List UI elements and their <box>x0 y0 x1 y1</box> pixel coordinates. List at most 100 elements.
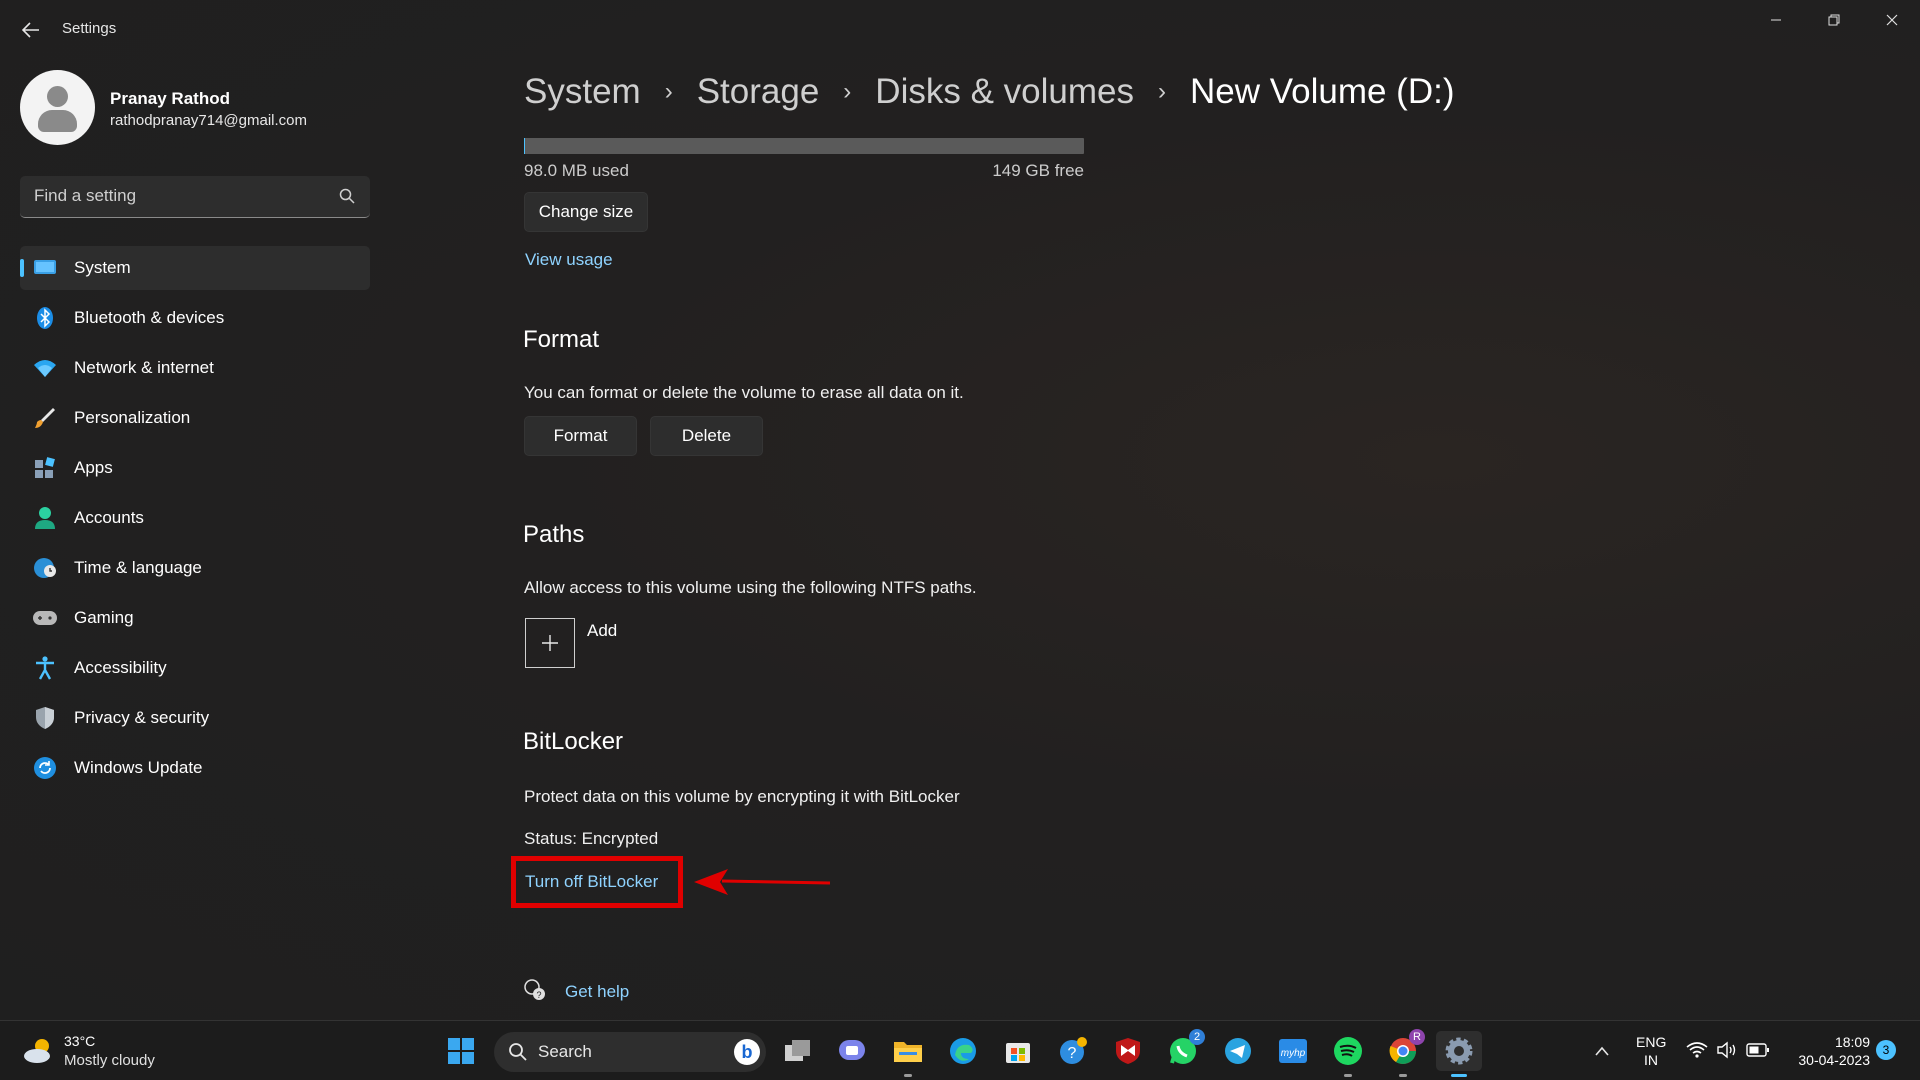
sidebar-item-apps[interactable]: Apps <box>20 446 370 490</box>
breadcrumb-system[interactable]: System <box>524 72 641 112</box>
minimize-button[interactable] <box>1756 6 1796 34</box>
active-indicator <box>1451 1074 1467 1077</box>
person-icon <box>35 507 55 529</box>
start-button[interactable] <box>441 1031 481 1071</box>
apps-icon <box>35 457 55 478</box>
wifi-icon[interactable] <box>1686 1041 1708 1059</box>
search-input[interactable] <box>34 176 334 216</box>
gear-icon <box>1445 1037 1473 1065</box>
avatar[interactable] <box>20 70 95 145</box>
sidebar-item-label: Privacy & security <box>74 708 210 727</box>
sidebar-item-label: Windows Update <box>74 758 203 777</box>
sidebar-item-label: Apps <box>74 458 113 477</box>
sidebar-item-privacy-security[interactable]: Privacy & security <box>20 696 370 740</box>
sidebar-item-network[interactable]: Network & internet <box>20 346 370 390</box>
plus-icon <box>542 635 558 651</box>
restore-button[interactable] <box>1814 6 1854 34</box>
minimize-icon <box>1771 19 1781 21</box>
whatsapp-button[interactable]: 2 <box>1163 1029 1205 1071</box>
file-explorer-button[interactable] <box>888 1031 928 1077</box>
sidebar-item-windows-update[interactable]: Windows Update <box>20 746 370 790</box>
show-hidden-icons-button[interactable] <box>1582 1031 1622 1071</box>
svg-text:myhp: myhp <box>1281 1048 1306 1059</box>
add-path-button[interactable] <box>525 618 575 668</box>
format-button[interactable]: Format <box>524 416 637 456</box>
spotify-button[interactable] <box>1328 1031 1368 1077</box>
accessibility-icon <box>36 656 54 680</box>
clock[interactable]: 18:09 30-04-2023 <box>1780 1033 1870 1069</box>
chrome-button[interactable]: R <box>1383 1029 1425 1077</box>
view-usage-link[interactable]: View usage <box>525 250 613 270</box>
weather-temperature[interactable]: 33°C <box>64 1033 95 1049</box>
delete-button[interactable]: Delete <box>650 416 763 456</box>
help-icon[interactable]: ? <box>523 978 547 1002</box>
close-button[interactable] <box>1872 6 1912 34</box>
svg-text:?: ? <box>536 990 541 1000</box>
shield-icon <box>36 707 54 729</box>
breadcrumb-disks-volumes[interactable]: Disks & volumes <box>875 72 1134 112</box>
storage-usage-bar <box>524 138 1084 154</box>
profile-email: rathodpranay714@gmail.com <box>110 112 307 129</box>
brush-icon <box>35 408 55 428</box>
sidebar-item-bluetooth[interactable]: Bluetooth & devices <box>20 296 370 340</box>
search-icon[interactable] <box>338 187 356 205</box>
teams-chat-icon <box>839 1040 865 1060</box>
chevron-right-icon: › <box>664 78 673 105</box>
get-help-app-button[interactable]: ? <box>1053 1031 1093 1071</box>
task-view-icon <box>785 1040 810 1061</box>
telegram-icon <box>1225 1038 1251 1064</box>
app-title: Settings <box>62 20 117 37</box>
edge-button[interactable] <box>943 1031 983 1071</box>
back-arrow-icon <box>22 22 39 38</box>
spotify-icon <box>1334 1037 1362 1065</box>
teams-chat-button[interactable] <box>832 1031 872 1071</box>
taskbar-search-label: Search <box>538 1042 592 1061</box>
format-section-title: Format <box>523 326 600 353</box>
bitlocker-status: Status: Encrypted <box>524 829 659 848</box>
bing-icon[interactable]: b <box>734 1039 760 1065</box>
mcafee-shield-icon <box>1116 1038 1140 1064</box>
edge-icon <box>950 1038 976 1064</box>
notification-badge[interactable]: 3 <box>1876 1040 1896 1060</box>
task-view-button[interactable] <box>778 1031 818 1071</box>
search-icon <box>509 1043 527 1061</box>
myhp-button[interactable]: myhp <box>1273 1031 1313 1071</box>
globe-clock-icon <box>34 558 56 578</box>
get-help-link[interactable]: Get help <box>565 982 629 1002</box>
settings-app-button[interactable] <box>1436 1031 1482 1077</box>
weather-cloudy-icon[interactable] <box>22 1035 56 1065</box>
taskbar: 33°C Mostly cloudy Search b ? 2 myhp R E… <box>0 1020 1920 1080</box>
telegram-button[interactable] <box>1218 1031 1258 1071</box>
storage-free-text: 149 GB free <box>992 161 1084 180</box>
back-button[interactable] <box>16 16 46 44</box>
format-description: You can format or delete the volume to e… <box>524 383 964 402</box>
chevron-up-icon <box>1595 1046 1609 1056</box>
clock-time: 18:09 <box>1834 1034 1870 1050</box>
weather-description[interactable]: Mostly cloudy <box>64 1052 155 1069</box>
sidebar-item-label: Personalization <box>74 408 191 427</box>
volume-icon[interactable] <box>1716 1041 1738 1059</box>
running-indicator <box>904 1074 912 1077</box>
avatar-body <box>38 110 77 132</box>
sidebar-item-time-language[interactable]: Time & language <box>20 546 370 590</box>
sidebar-item-accessibility[interactable]: Accessibility <box>20 646 370 690</box>
sidebar-item-gaming[interactable]: Gaming <box>20 596 370 640</box>
sidebar-item-label: System <box>74 258 131 277</box>
title-bar: Settings <box>0 0 1920 60</box>
store-button[interactable] <box>998 1031 1038 1071</box>
sidebar-item-label: Bluetooth & devices <box>74 308 225 327</box>
sidebar-item-personalization[interactable]: Personalization <box>20 396 370 440</box>
taskbar-search[interactable]: Search b <box>494 1032 766 1072</box>
change-size-button[interactable]: Change size <box>524 192 648 232</box>
mcafee-button[interactable] <box>1108 1031 1148 1071</box>
sidebar-item-accounts[interactable]: Accounts <box>20 496 370 540</box>
sidebar-item-label: Network & internet <box>74 358 214 377</box>
breadcrumb: System › Storage › Disks & volumes › New… <box>524 72 1455 112</box>
bitlocker-description: Protect data on this volume by encryptin… <box>524 787 960 806</box>
input-language[interactable]: ENG IN <box>1636 1033 1666 1069</box>
storage-usage-fill <box>524 138 525 154</box>
add-path-label[interactable]: Add <box>587 621 617 641</box>
sidebar-item-system[interactable]: System <box>20 246 370 290</box>
battery-icon[interactable] <box>1746 1042 1770 1058</box>
breadcrumb-storage[interactable]: Storage <box>697 72 820 112</box>
